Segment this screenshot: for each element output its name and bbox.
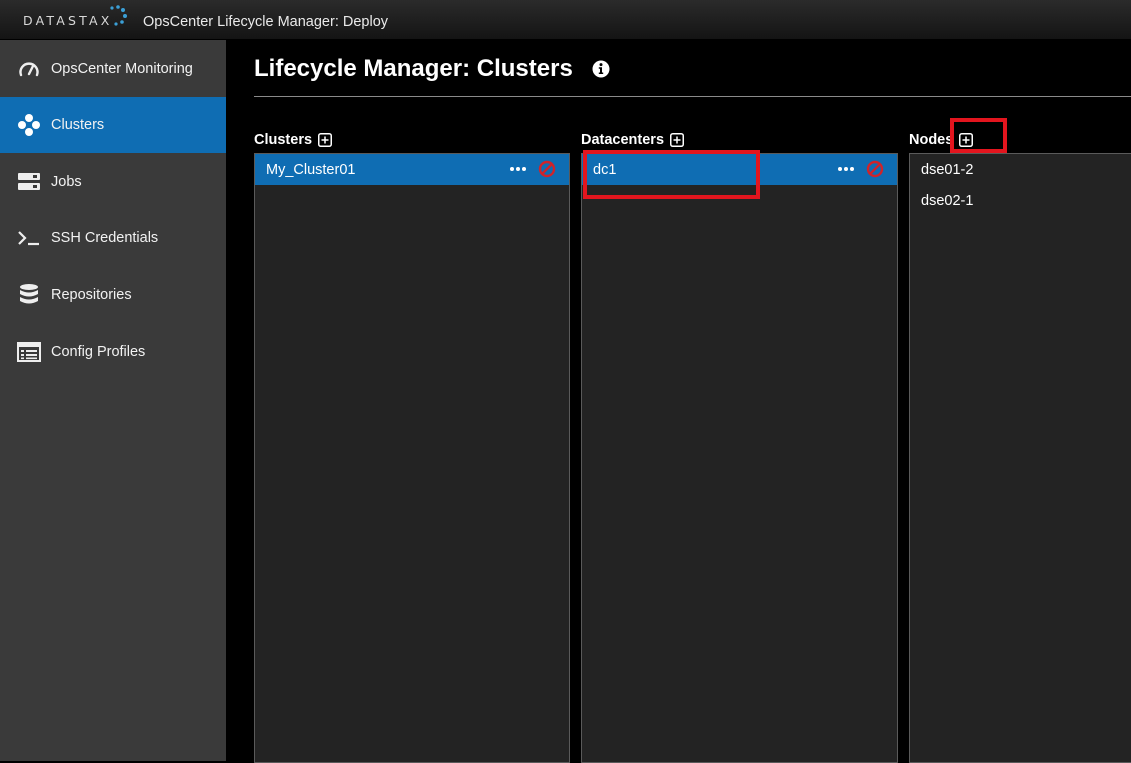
list-icon	[17, 340, 41, 364]
node-row-label: dse02-1	[921, 192, 974, 209]
database-icon	[17, 283, 41, 307]
datacenters-panel: dc1	[581, 153, 898, 763]
datastax-logo: DATASTAX	[23, 13, 113, 28]
node-row-label: dse01-2	[921, 161, 974, 178]
add-node-button[interactable]	[959, 133, 974, 147]
sidebar-item-label: Repositories	[51, 287, 132, 303]
gauge-icon	[17, 57, 41, 81]
add-cluster-button[interactable]	[318, 133, 333, 147]
logo-dots-icon	[110, 5, 127, 26]
sidebar-item-label: OpsCenter Monitoring	[51, 61, 193, 77]
datacenters-column-header: Datacenters	[581, 132, 685, 148]
jobs-icon	[17, 170, 41, 194]
sidebar-item-label: Jobs	[51, 174, 82, 190]
sidebar: OpsCenter Monitoring Clusters Jobs SSH C…	[0, 40, 226, 761]
more-options-icon[interactable]	[509, 162, 527, 176]
datacenter-row[interactable]: dc1	[582, 154, 897, 185]
nodes-panel: dse01-2 dse02-1	[909, 153, 1131, 763]
terminal-icon	[17, 226, 41, 250]
clusters-column-header: Clusters	[254, 132, 333, 148]
cluster-row[interactable]: My_Cluster01	[255, 154, 569, 185]
sidebar-item-label: SSH Credentials	[51, 230, 159, 246]
sidebar-item-clusters[interactable]: Clusters	[0, 97, 226, 153]
sidebar-item-opscenter-monitoring[interactable]: OpsCenter Monitoring	[0, 41, 226, 97]
node-row[interactable]: dse02-1	[910, 185, 1131, 216]
nodes-header-label: Nodes	[909, 132, 954, 148]
sidebar-item-jobs[interactable]: Jobs	[0, 154, 226, 210]
add-datacenter-button[interactable]	[670, 133, 685, 147]
title-divider	[254, 96, 1131, 97]
sidebar-item-repositories[interactable]: Repositories	[0, 267, 226, 323]
clusters-icon	[17, 113, 41, 137]
sidebar-item-config-profiles[interactable]: Config Profiles	[0, 324, 226, 380]
sidebar-item-label: Clusters	[51, 117, 105, 133]
sidebar-item-ssh-credentials[interactable]: SSH Credentials	[0, 210, 226, 266]
nodes-column-header: Nodes	[909, 132, 974, 148]
delete-icon[interactable]	[866, 160, 884, 178]
sidebar-item-label: Config Profiles	[51, 344, 146, 360]
clusters-header-label: Clusters	[254, 132, 313, 148]
app-title: OpsCenter Lifecycle Manager: Deploy	[143, 14, 389, 30]
datacenters-header-label: Datacenters	[581, 132, 665, 148]
page-title: Lifecycle Manager: Clusters	[254, 55, 573, 82]
clusters-panel: My_Cluster01	[254, 153, 570, 763]
top-bar: DATASTAX OpsCenter Lifecycle Manager: De…	[0, 0, 1131, 40]
delete-icon[interactable]	[538, 160, 556, 178]
info-icon[interactable]	[592, 60, 610, 78]
cluster-row-label: My_Cluster01	[266, 161, 356, 178]
more-options-icon[interactable]	[837, 162, 855, 176]
main-content: Lifecycle Manager: Clusters Clusters My_…	[226, 40, 1131, 763]
datacenter-row-label: dc1	[593, 161, 617, 178]
node-row[interactable]: dse01-2	[910, 154, 1131, 185]
